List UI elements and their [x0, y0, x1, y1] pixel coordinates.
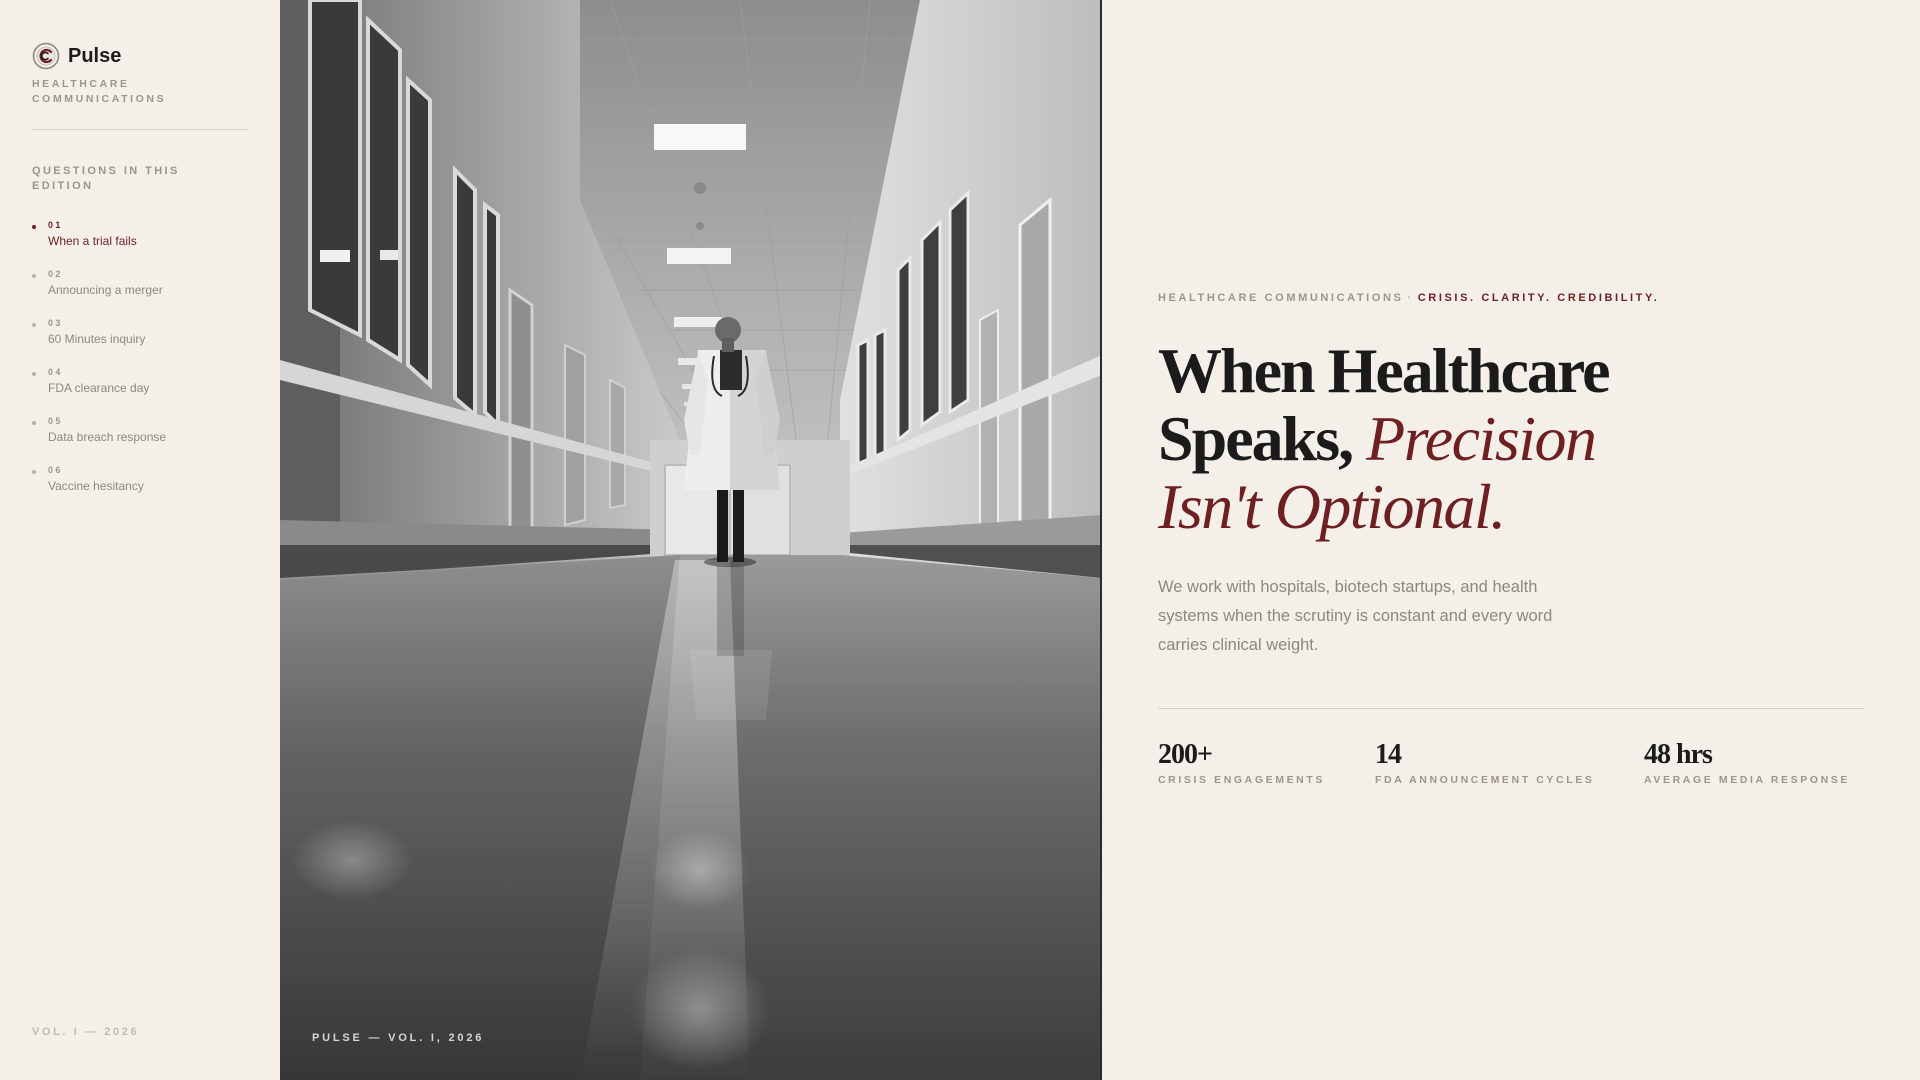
sidebar-divider	[32, 129, 248, 130]
sidebar-footer: VOL. I — 2026	[32, 1026, 140, 1038]
question-number: 05	[48, 416, 63, 426]
question-label: Vaccine hesitancy	[48, 479, 144, 493]
stat-value: 200+	[1158, 739, 1213, 770]
stats-divider	[1158, 708, 1864, 709]
question-item-05[interactable]: 05 Data breach response	[32, 415, 166, 464]
lede-paragraph: We work with hospitals, biotech startups…	[1158, 578, 1553, 654]
question-label: Announcing a merger	[48, 283, 163, 297]
brand-name: Pulse	[68, 44, 122, 67]
bullet-dot-icon	[32, 274, 36, 278]
question-item-04[interactable]: 04 FDA clearance day	[32, 366, 166, 415]
stat-value: 48 hrs	[1644, 739, 1713, 770]
bullet-dot-icon	[32, 372, 36, 376]
headline: When Healthcare Speaks, Precision Isn't …	[1158, 337, 1858, 541]
question-label: 60 Minutes inquiry	[48, 332, 146, 346]
stat-label: AVERAGE MEDIA RESPONSE	[1644, 774, 1850, 786]
question-label: Data breach response	[48, 430, 167, 444]
question-label: When a trial fails	[48, 234, 137, 248]
eyebrow-separator: ·	[1407, 292, 1414, 304]
headline-line-1: When Healthcare	[1158, 335, 1611, 406]
brand-tagline: HEALTHCARE COMMUNICATIONS	[32, 78, 167, 105]
bullet-dot-icon	[32, 323, 36, 327]
hospital-corridor-image	[280, 0, 1100, 1080]
question-number: 06	[48, 465, 63, 475]
question-item-06[interactable]: 06 Vaccine hesitancy	[32, 464, 166, 513]
hero-content: HEALTHCARE COMMUNICATIONS · CRISIS. CLARIT…	[1102, 0, 1920, 1080]
photo-caption: PULSE — VOL. I, 2026	[312, 1032, 485, 1044]
question-item-02[interactable]: 02 Announcing a merger	[32, 268, 166, 317]
bullet-dot-icon	[32, 470, 36, 474]
question-number: 02	[48, 269, 63, 279]
brand-logo[interactable]: Pulse	[32, 42, 121, 70]
hero-photo: PULSE — VOL. I, 2026	[280, 0, 1102, 1080]
question-number: 04	[48, 367, 63, 377]
headline-line-3-accent: Isn't Optional.	[1158, 471, 1506, 542]
eyebrow: HEALTHCARE COMMUNICATIONS · CRISIS. CLARIT…	[1158, 292, 1659, 304]
sidebar: Pulse HEALTHCARE COMMUNICATIONS QUESTION…	[0, 0, 280, 1080]
question-item-03[interactable]: 03 60 Minutes inquiry	[32, 317, 166, 366]
questions-heading: QUESTIONS IN THIS EDITION	[32, 165, 180, 192]
question-number: 01	[48, 220, 63, 230]
pulse-logo-icon	[32, 42, 60, 70]
stat-crisis-engagements: 200+ CRISIS ENGAGEMENTS	[1158, 738, 1325, 786]
stat-media-response: 48 hrs AVERAGE MEDIA RESPONSE	[1644, 738, 1850, 786]
questions-list: 01 When a trial fails 02 Announcing a me…	[32, 219, 166, 513]
bullet-dot-icon	[32, 225, 36, 229]
question-item-01[interactable]: 01 When a trial fails	[32, 219, 166, 268]
stat-fda-cycles: 14 FDA ANNOUNCEMENT CYCLES	[1375, 738, 1594, 786]
question-number: 03	[48, 318, 63, 328]
stat-label: FDA ANNOUNCEMENT CYCLES	[1375, 774, 1595, 786]
question-label: FDA clearance day	[48, 381, 150, 395]
headline-line-2-plain: Speaks,	[1158, 403, 1367, 474]
bullet-dot-icon	[32, 421, 36, 425]
stat-value: 14	[1375, 739, 1402, 770]
headline-line-2-accent: Precision	[1366, 403, 1597, 474]
eyebrow-prefix: HEALTHCARE COMMUNICATIONS	[1158, 292, 1404, 304]
eyebrow-accent: CRISIS. CLARITY. CREDIBILITY.	[1417, 292, 1660, 304]
stat-label: CRISIS ENGAGEMENTS	[1158, 774, 1325, 786]
